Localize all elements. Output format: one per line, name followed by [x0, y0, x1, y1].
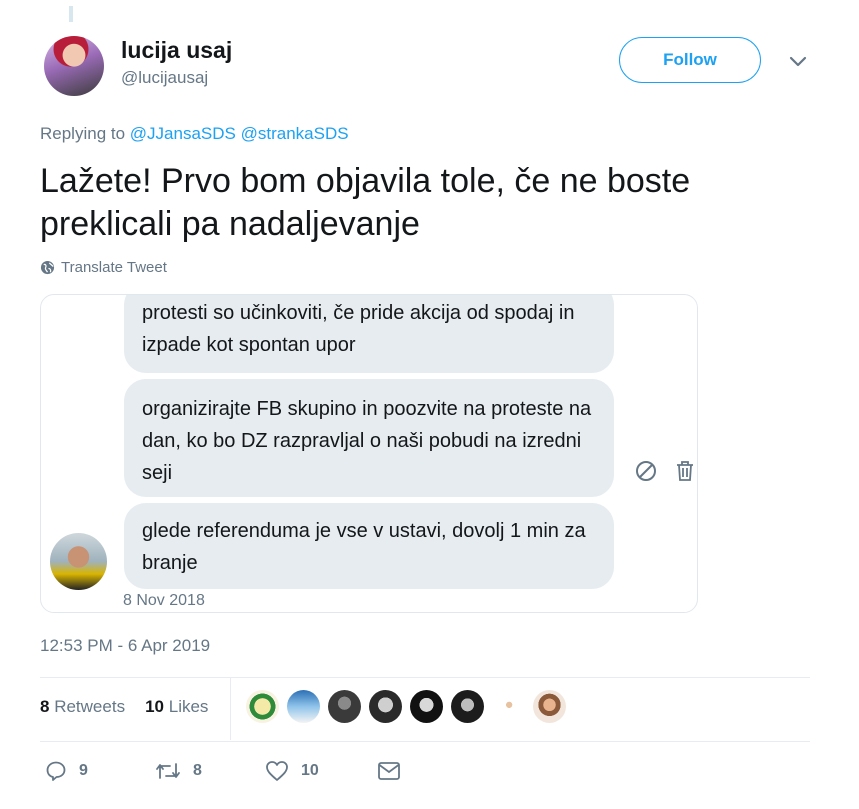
likes-label: Likes: [168, 697, 209, 716]
stats-separator: [230, 678, 231, 740]
liker-avatar[interactable]: [492, 690, 525, 723]
retweets-stat[interactable]: 8 Retweets: [40, 697, 125, 717]
retweet-icon: [156, 763, 180, 779]
message-bubble: protesti so učinkoviti, če pride akcija …: [124, 295, 614, 373]
likes-count: 10: [145, 697, 164, 716]
like-button[interactable]: 10: [265, 760, 377, 782]
liker-avatar[interactable]: [410, 690, 443, 723]
tweet-timestamp[interactable]: 12:53 PM - 6 Apr 2019: [40, 636, 210, 656]
retweets-label: Retweets: [54, 697, 126, 716]
liker-avatar[interactable]: [451, 690, 484, 723]
replying-to: Replying to @JJansaSDS @strankaSDS: [40, 124, 349, 144]
liker-avatars: [246, 690, 566, 723]
liker-avatar[interactable]: [369, 690, 402, 723]
divider: [40, 677, 810, 678]
liker-avatar[interactable]: [287, 690, 320, 723]
message-bubble: glede referenduma je vse v ustavi, dovol…: [124, 503, 614, 589]
retweet-count: 8: [193, 762, 202, 779]
retweet-button[interactable]: 8: [155, 760, 265, 782]
divider: [40, 741, 810, 742]
liker-avatar[interactable]: [328, 690, 361, 723]
liker-avatar[interactable]: [533, 690, 566, 723]
mention-link[interactable]: @JJansaSDS: [130, 124, 236, 143]
translate-tweet-link[interactable]: Translate Tweet: [40, 259, 167, 276]
message-actions: [635, 460, 695, 482]
tweet-text: Lažete! Prvo bom objavila tole, če ne bo…: [40, 162, 691, 243]
translate-label[interactable]: Translate Tweet: [61, 259, 167, 276]
follow-button[interactable]: Follow: [619, 37, 761, 83]
message-date: 8 Nov 2018: [123, 592, 205, 609]
reply-count: 9: [79, 762, 88, 779]
message-bubble: organizirajte FB skupino in poozvite na …: [124, 379, 614, 497]
tweet-actions: 9 8 10: [45, 760, 401, 782]
display-name[interactable]: lucija usaj: [121, 37, 232, 64]
avatar[interactable]: [44, 36, 104, 96]
sender-avatar: [50, 533, 107, 590]
chevron-down-icon[interactable]: [788, 54, 808, 70]
user-handle[interactable]: @lucijausaj: [121, 68, 208, 88]
heart-icon: [266, 761, 288, 781]
liker-avatar[interactable]: [246, 690, 279, 723]
block-icon: [636, 461, 656, 481]
tweet-media-image[interactable]: protesti so učinkoviti, če pride akcija …: [40, 294, 698, 613]
globe-icon: [40, 260, 55, 275]
direct-message-button[interactable]: [377, 761, 401, 781]
retweets-count: 8: [40, 697, 50, 716]
reply-icon: [46, 761, 66, 781]
envelope-icon: [378, 762, 400, 780]
tweet-stats: 8 Retweets 10 Likes: [40, 697, 208, 717]
trash-icon: [677, 461, 693, 481]
mention-link[interactable]: @strankaSDS: [241, 124, 349, 143]
replying-prefix: Replying to: [40, 124, 126, 143]
like-count: 10: [301, 762, 319, 779]
scroll-indicator: [69, 6, 73, 22]
likes-stat[interactable]: 10 Likes: [145, 697, 208, 717]
reply-button[interactable]: 9: [45, 760, 155, 782]
